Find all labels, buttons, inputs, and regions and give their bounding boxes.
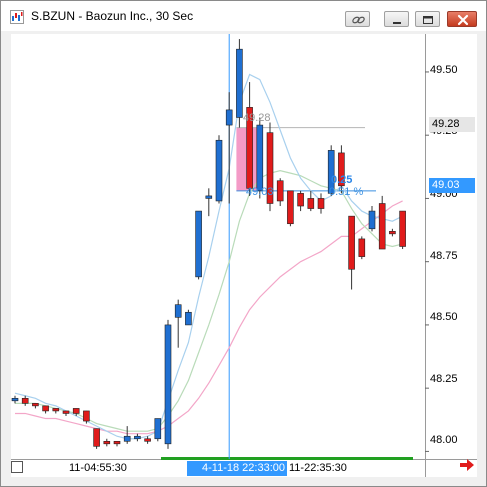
candle-body bbox=[287, 190, 294, 225]
range-bottom-label: 49.03 bbox=[246, 186, 274, 198]
maximize-icon bbox=[423, 16, 433, 24]
close-icon bbox=[457, 14, 469, 26]
window-title: S.BZUN - Baozun Inc., 30 Sec bbox=[31, 9, 194, 23]
candle-body bbox=[378, 203, 386, 250]
link-icon bbox=[352, 16, 365, 24]
candle-body bbox=[123, 435, 131, 442]
price-tick: 48.25 bbox=[430, 373, 458, 385]
candle-body bbox=[93, 428, 100, 447]
scroll-marker-box[interactable] bbox=[11, 461, 23, 473]
candle-body bbox=[134, 435, 141, 440]
time-label: 11-04:55:30 bbox=[69, 462, 127, 474]
candle-body bbox=[72, 408, 80, 414]
candle-body bbox=[52, 408, 60, 412]
link-button[interactable] bbox=[345, 11, 370, 27]
candle-body bbox=[185, 311, 192, 326]
candle-body bbox=[144, 438, 151, 442]
candle-body bbox=[103, 440, 111, 445]
candle-body bbox=[62, 410, 70, 414]
chart-area[interactable]: 49.50 49.25 49.00 48.75 48.50 48.25 48.0… bbox=[11, 34, 477, 477]
range-delta-pct-label: 0.51 % bbox=[329, 186, 364, 198]
time-label: 11-22:35:30 bbox=[289, 462, 347, 474]
range-delta-label: 0.25 bbox=[331, 174, 353, 186]
scroll-right-arrow-icon[interactable] bbox=[458, 458, 476, 472]
candle-body bbox=[215, 139, 223, 202]
candle-body bbox=[297, 193, 304, 207]
price-chart[interactable] bbox=[11, 34, 477, 477]
candle-body bbox=[389, 231, 396, 235]
price-tick: 48.75 bbox=[430, 250, 458, 262]
visible-range-bar bbox=[161, 457, 413, 460]
candle-body bbox=[21, 397, 29, 404]
candle-body bbox=[348, 215, 355, 270]
high-price-marker: 49.28 bbox=[429, 117, 475, 132]
chart-window: S.BZUN - Baozun Inc., 30 Sec 49.50 49.00… bbox=[0, 0, 487, 487]
price-tick: 48.00 bbox=[430, 434, 458, 446]
candle-body bbox=[236, 48, 243, 118]
candle-body bbox=[113, 440, 121, 445]
candle-body bbox=[205, 195, 213, 199]
candle-body bbox=[174, 304, 182, 318]
candle-body bbox=[154, 418, 162, 440]
candle-body bbox=[317, 198, 325, 209]
minimize-button[interactable] bbox=[384, 11, 409, 27]
candle-body bbox=[225, 109, 233, 126]
title-bar[interactable]: S.BZUN - Baozun Inc., 30 Sec bbox=[1, 1, 486, 31]
candle-body bbox=[195, 210, 202, 278]
candle-body bbox=[32, 403, 39, 407]
chart-app-icon bbox=[10, 10, 24, 24]
candle-body bbox=[399, 210, 406, 247]
candle-body bbox=[11, 397, 19, 402]
candle-body bbox=[358, 238, 366, 257]
current-price-marker: 49.03 bbox=[429, 178, 475, 193]
candle-body bbox=[164, 324, 172, 445]
close-button[interactable] bbox=[447, 11, 477, 27]
price-tick: 48.50 bbox=[430, 311, 458, 323]
candle-body bbox=[368, 210, 376, 230]
candle-body bbox=[256, 124, 264, 192]
moving-average-slow bbox=[15, 200, 403, 435]
crosshair-time-label: 4-11-18 22:33:00 bbox=[187, 461, 287, 476]
candle-body bbox=[42, 405, 49, 412]
candle-body bbox=[276, 180, 284, 202]
candle-body bbox=[307, 198, 315, 209]
range-top-label: 49.28 bbox=[243, 112, 271, 124]
minimize-icon bbox=[393, 22, 401, 24]
candle-body bbox=[83, 410, 90, 422]
price-tick: 49.50 bbox=[430, 64, 458, 76]
maximize-button[interactable] bbox=[415, 11, 440, 27]
